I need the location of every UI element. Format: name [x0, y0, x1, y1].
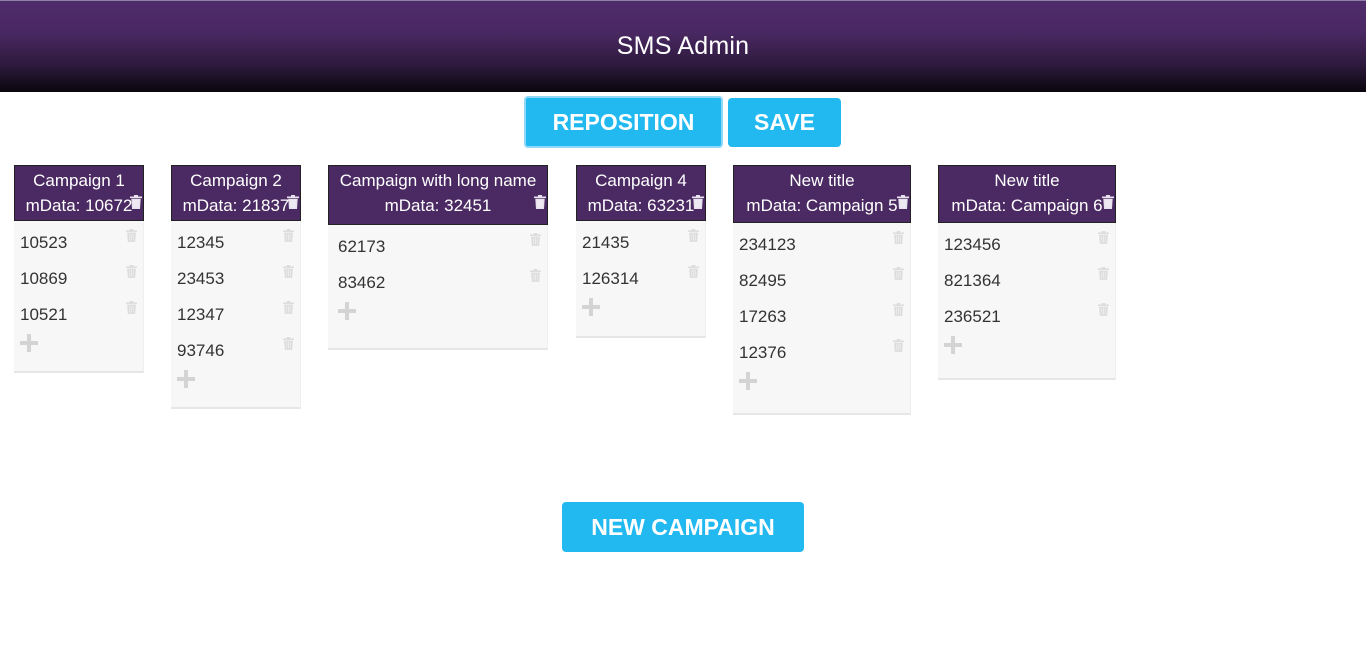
campaign-title: New title	[789, 171, 855, 190]
list-item: 10869	[14, 265, 143, 301]
delete-item-trash-icon[interactable]	[126, 265, 137, 278]
delete-campaign-trash-icon[interactable]	[692, 195, 704, 209]
list-item: 123456	[938, 231, 1115, 267]
campaign-card: Campaign 2 mData: 21837 12345 23453 12347 937…	[171, 165, 301, 409]
delete-item-trash-icon[interactable]	[283, 229, 294, 242]
delete-item-trash-icon[interactable]	[530, 233, 541, 246]
list-item: 17263	[733, 303, 910, 339]
campaign-title: New title	[994, 171, 1060, 190]
list-item: 83462	[332, 269, 547, 305]
campaign-header: Campaign with long name mData: 32451	[328, 165, 548, 225]
delete-campaign-trash-icon[interactable]	[534, 195, 546, 209]
list-item: 236521	[938, 303, 1115, 339]
new-campaign-button[interactable]: NEW CAMPAIGN	[562, 502, 804, 552]
delete-item-trash-icon[interactable]	[893, 231, 904, 244]
item-value: 62173	[338, 237, 386, 256]
delete-item-trash-icon[interactable]	[126, 229, 137, 242]
campaign-card: Campaign 1 mData: 10672 10523 10869 10521	[14, 165, 144, 373]
item-value: 126314	[582, 269, 639, 288]
campaign-title: Campaign 1	[33, 171, 125, 190]
list-item: 62173	[332, 233, 547, 269]
campaign-mdata: mData: 21837	[182, 196, 290, 215]
delete-item-trash-icon[interactable]	[688, 265, 699, 278]
item-value: 83462	[338, 273, 386, 292]
list-item: 82495	[733, 267, 910, 303]
item-value: 12347	[177, 305, 225, 324]
campaign-title: Campaign 4	[595, 171, 687, 190]
campaign-card: Campaign 4 mData: 63231 21435 126314	[576, 165, 706, 338]
delete-item-trash-icon[interactable]	[1098, 231, 1109, 244]
list-item: 12345	[171, 229, 300, 265]
item-value: 12376	[739, 343, 787, 362]
delete-item-trash-icon[interactable]	[893, 339, 904, 352]
item-value: 234123	[739, 235, 796, 254]
delete-item-trash-icon[interactable]	[530, 269, 541, 282]
campaign-header: New title mData: Campaign 5	[733, 165, 911, 223]
campaign-header: Campaign 2 mData: 21837	[171, 165, 301, 221]
item-value: 93746	[177, 341, 225, 360]
save-button[interactable]: SAVE	[728, 98, 841, 147]
campaign-items: 62173 83462	[328, 225, 548, 350]
campaign-mdata: mData: 32451	[384, 196, 492, 215]
item-value: 821364	[944, 271, 1001, 290]
item-value: 10523	[20, 233, 68, 252]
campaign-card: Campaign with long name mData: 32451 62173…	[328, 165, 548, 350]
delete-item-trash-icon[interactable]	[688, 229, 699, 242]
campaign-card: New title mData: Campaign 6 123456 821364 23…	[938, 165, 1116, 380]
delete-item-trash-icon[interactable]	[283, 337, 294, 350]
list-item: 10521	[14, 301, 143, 337]
item-value: 10521	[20, 305, 68, 324]
campaign-items: 10523 10869 10521	[14, 221, 144, 373]
list-item: 12376	[733, 339, 910, 375]
delete-campaign-trash-icon[interactable]	[287, 195, 299, 209]
list-item: 93746	[171, 337, 300, 373]
campaign-items: 123456 821364 236521	[938, 223, 1116, 380]
item-value: 12345	[177, 233, 225, 252]
delete-campaign-trash-icon[interactable]	[1102, 195, 1114, 209]
list-item: 234123	[733, 231, 910, 267]
campaign-card: New title mData: Campaign 5 234123 82495 172…	[733, 165, 911, 415]
item-value: 17263	[739, 307, 787, 326]
delete-item-trash-icon[interactable]	[1098, 303, 1109, 316]
campaign-header: Campaign 4 mData: 63231	[576, 165, 706, 221]
campaign-mdata: mData: Campaign 6	[951, 196, 1103, 215]
delete-item-trash-icon[interactable]	[1098, 267, 1109, 280]
app-header: SMS Admin	[0, 0, 1366, 92]
list-item: 821364	[938, 267, 1115, 303]
delete-item-trash-icon[interactable]	[283, 301, 294, 314]
delete-item-trash-icon[interactable]	[283, 265, 294, 278]
campaign-items: 234123 82495 17263 12376	[733, 223, 911, 415]
campaign-items: 12345 23453 12347 93746	[171, 221, 301, 409]
reposition-button[interactable]: REPOSITION	[524, 96, 723, 148]
list-item: 12347	[171, 301, 300, 337]
campaign-header: Campaign 1 mData: 10672	[14, 165, 144, 221]
campaign-mdata: mData: 10672	[25, 196, 133, 215]
campaign-mdata: mData: 63231	[587, 196, 695, 215]
delete-item-trash-icon[interactable]	[126, 301, 137, 314]
list-item: 126314	[576, 265, 705, 301]
list-item: 10523	[14, 229, 143, 265]
campaign-items: 21435 126314	[576, 221, 706, 338]
campaign-header: New title mData: Campaign 6	[938, 165, 1116, 223]
list-item: 23453	[171, 265, 300, 301]
delete-item-trash-icon[interactable]	[893, 303, 904, 316]
item-value: 82495	[739, 271, 787, 290]
campaign-title: Campaign with long name	[339, 171, 537, 190]
item-value: 21435	[582, 233, 630, 252]
app-title: SMS Admin	[616, 32, 750, 60]
delete-campaign-trash-icon[interactable]	[130, 195, 142, 209]
list-item: 21435	[576, 229, 705, 265]
item-value: 123456	[944, 235, 1001, 254]
item-value: 10869	[20, 269, 68, 288]
campaign-mdata: mData: Campaign 5	[746, 196, 898, 215]
item-value: 23453	[177, 269, 225, 288]
campaign-title: Campaign 2	[190, 171, 282, 190]
delete-campaign-trash-icon[interactable]	[897, 195, 909, 209]
item-value: 236521	[944, 307, 1001, 326]
delete-item-trash-icon[interactable]	[893, 267, 904, 280]
